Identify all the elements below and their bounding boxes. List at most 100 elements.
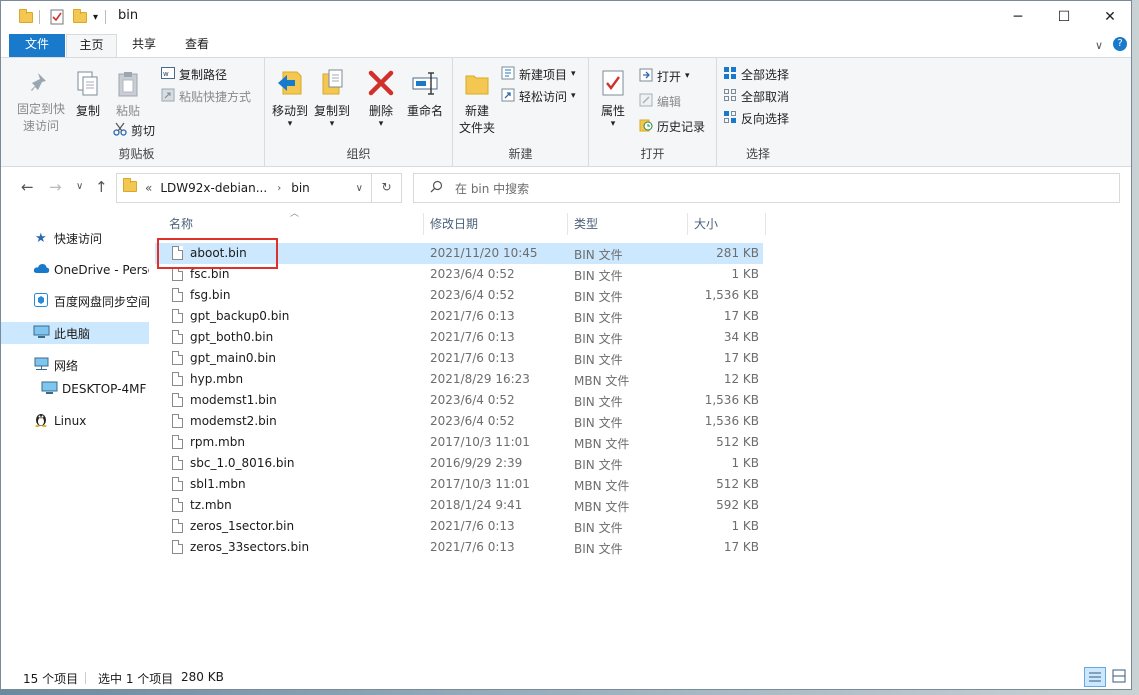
delete-button[interactable]: 删除 ▾ bbox=[361, 68, 401, 129]
divider bbox=[85, 672, 86, 684]
search-box[interactable]: 在 bin 中搜索 bbox=[413, 173, 1120, 203]
rename-button[interactable]: 重命名 bbox=[403, 68, 447, 120]
pin-quick-access-button[interactable]: 固定到快 速访问 bbox=[13, 70, 69, 135]
new-item-button[interactable]: 新建项目 ▾ bbox=[501, 64, 576, 84]
help-icon[interactable]: ? bbox=[1113, 37, 1127, 51]
file-row[interactable]: hyp.mbn 2021/8/29 16:23 MBN 文件 12 KB bbox=[155, 369, 763, 390]
breadcrumb-parent[interactable]: LDW92x-debian... bbox=[160, 181, 267, 195]
file-row[interactable]: rpm.mbn 2017/10/3 11:01 MBN 文件 512 KB bbox=[155, 432, 763, 453]
file-icon bbox=[172, 309, 183, 323]
move-to-icon bbox=[269, 68, 311, 103]
sidebar-item-linux[interactable]: Linux bbox=[1, 410, 149, 432]
file-row[interactable]: modemst1.bin 2023/6/4 0:52 BIN 文件 1,536 KB bbox=[155, 390, 763, 411]
delete-label: 删除 bbox=[368, 104, 393, 118]
paste-shortcut-button[interactable]: 粘贴快捷方式 bbox=[161, 86, 251, 106]
breadcrumb-current[interactable]: bin bbox=[291, 181, 310, 195]
history-button[interactable]: 历史记录 bbox=[639, 116, 705, 136]
file-row[interactable]: tz.mbn 2018/1/24 9:41 MBN 文件 592 KB bbox=[155, 495, 763, 516]
file-row[interactable]: gpt_main0.bin 2021/7/6 0:13 BIN 文件 17 KB bbox=[155, 348, 763, 369]
maximize-button[interactable]: ☐ bbox=[1041, 1, 1087, 32]
file-row[interactable]: fsg.bin 2023/6/4 0:52 BIN 文件 1,536 KB bbox=[155, 285, 763, 306]
select-all-button[interactable]: 全部选择 bbox=[723, 64, 789, 84]
details-view-icon[interactable] bbox=[1084, 667, 1106, 687]
cut-button[interactable]: 剪切 bbox=[113, 120, 155, 140]
tab-share[interactable]: 共享 bbox=[121, 34, 167, 57]
file-row[interactable]: modemst2.bin 2023/6/4 0:52 BIN 文件 1,536 KB bbox=[155, 411, 763, 432]
file-size: 512 KB bbox=[716, 477, 759, 491]
copy-path-icon: w bbox=[161, 66, 175, 82]
edit-button[interactable]: 编辑 bbox=[639, 91, 681, 111]
file-row[interactable]: aboot.bin 2021/11/20 10:45 BIN 文件 281 KB bbox=[155, 243, 763, 264]
column-header-name[interactable]: 名称 bbox=[169, 209, 419, 237]
pin-label: 固定到快 速访问 bbox=[16, 102, 65, 133]
select-none-button[interactable]: 全部取消 bbox=[723, 86, 789, 106]
copy-icon bbox=[71, 70, 105, 103]
history-icon bbox=[639, 118, 653, 135]
file-size: 17 KB bbox=[723, 309, 759, 323]
sidebar-item-desktop-4mf[interactable]: DESKTOP-4MF bbox=[1, 378, 149, 400]
file-row[interactable]: gpt_both0.bin 2021/7/6 0:13 BIN 文件 34 KB bbox=[155, 327, 763, 348]
column-divider[interactable] bbox=[765, 213, 766, 235]
paste-button[interactable]: 粘贴 bbox=[111, 70, 145, 120]
tab-view[interactable]: 查看 bbox=[174, 34, 220, 57]
file-size: 12 KB bbox=[723, 372, 759, 386]
sidebar-item-quick-access[interactable]: ★ 快速访问 bbox=[1, 227, 149, 249]
properties-quick-icon[interactable] bbox=[50, 7, 64, 27]
address-dropdown-icon[interactable]: ∨ bbox=[356, 183, 363, 194]
file-row[interactable]: zeros_1sector.bin 2021/7/6 0:13 BIN 文件 1 KB bbox=[155, 516, 763, 537]
copy-path-button[interactable]: w 复制路径 bbox=[161, 64, 227, 84]
file-size: 17 KB bbox=[723, 540, 759, 554]
properties-icon bbox=[593, 68, 633, 103]
minimize-button[interactable]: ─ bbox=[995, 1, 1041, 32]
tab-home[interactable]: 主页 bbox=[66, 34, 117, 57]
copy-to-button[interactable]: 复制到 ▾ bbox=[311, 68, 353, 129]
copy-button[interactable]: 复制 bbox=[71, 70, 105, 120]
file-date: 2017/10/3 11:01 bbox=[430, 435, 530, 449]
sidebar-item-onedrive[interactable]: OneDrive - Perso bbox=[1, 259, 149, 281]
file-row[interactable]: sbc_1.0_8016.bin 2016/9/29 2:39 BIN 文件 1 KB bbox=[155, 453, 763, 474]
sidebar-item-network[interactable]: 网络 bbox=[1, 354, 149, 376]
divider bbox=[105, 10, 106, 24]
recent-locations-chevron-icon[interactable]: ∨ bbox=[76, 181, 83, 192]
column-header-date[interactable]: 修改日期 bbox=[430, 209, 565, 237]
ribbon-collapse-icon[interactable]: ∨ bbox=[1095, 39, 1103, 52]
open-button[interactable]: 打开 ▾ bbox=[639, 66, 690, 86]
column-divider[interactable] bbox=[423, 213, 424, 235]
tab-file[interactable]: 文件 bbox=[9, 34, 65, 57]
ribbon: 固定到快 速访问 复制 粘贴 w 复制路径 粘贴快捷方式 剪切 剪贴板 移动到 … bbox=[1, 57, 1131, 167]
forward-arrow-icon[interactable]: → bbox=[49, 178, 62, 196]
file-row[interactable]: sbl1.mbn 2017/10/3 11:01 MBN 文件 512 KB bbox=[155, 474, 763, 495]
customize-quick-access-icon[interactable]: ▾ bbox=[93, 7, 98, 27]
file-type: BIN 文件 bbox=[574, 458, 623, 472]
close-button[interactable]: ✕ bbox=[1087, 1, 1131, 32]
sidebar-item-baidu-netdisk[interactable]: 百度网盘同步空间 bbox=[1, 290, 149, 312]
new-folder-quick-icon[interactable] bbox=[73, 7, 87, 27]
refresh-icon[interactable]: ↻ bbox=[371, 173, 401, 203]
file-name: fsc.bin bbox=[190, 267, 230, 281]
svg-text:w: w bbox=[163, 70, 169, 78]
file-row[interactable]: zeros_33sectors.bin 2021/7/6 0:13 BIN 文件 17… bbox=[155, 537, 763, 558]
file-size: 1 KB bbox=[731, 456, 759, 470]
file-date: 2017/10/3 11:01 bbox=[430, 477, 530, 491]
invert-selection-button[interactable]: 反向选择 bbox=[723, 108, 789, 128]
file-row[interactable]: fsc.bin 2023/6/4 0:52 BIN 文件 1 KB bbox=[155, 264, 763, 285]
easy-access-button[interactable]: 轻松访问 ▾ bbox=[501, 86, 576, 106]
column-divider[interactable] bbox=[687, 213, 688, 235]
sidebar-item-label: Linux bbox=[54, 414, 87, 428]
breadcrumb-overflow[interactable]: « bbox=[145, 181, 152, 195]
large-icons-view-icon[interactable] bbox=[1109, 667, 1131, 687]
column-header-type[interactable]: 类型 bbox=[574, 209, 684, 237]
up-arrow-icon[interactable]: ↑ bbox=[95, 178, 108, 196]
column-divider[interactable] bbox=[567, 213, 568, 235]
organize-group: 移动到 ▾ 复制到 ▾ 删除 ▾ 重命名 组织 bbox=[265, 58, 453, 166]
breadcrumb-chevron-icon[interactable]: › bbox=[277, 183, 281, 194]
sidebar-item-this-pc[interactable]: 此电脑 bbox=[1, 322, 149, 344]
organize-group-label: 组织 bbox=[346, 147, 371, 161]
file-row[interactable]: gpt_backup0.bin 2021/7/6 0:13 BIN 文件 17 KB bbox=[155, 306, 763, 327]
new-folder-button[interactable]: 新建 文件夹 bbox=[455, 68, 499, 137]
properties-button[interactable]: 属性 ▾ bbox=[593, 68, 633, 129]
address-bar[interactable]: « LDW92x-debian... › bin ∨ ↻ bbox=[116, 173, 402, 203]
back-arrow-icon[interactable]: ← bbox=[21, 178, 34, 196]
column-header-size[interactable]: 大小 bbox=[694, 209, 759, 237]
move-to-button[interactable]: 移动到 ▾ bbox=[269, 68, 311, 129]
